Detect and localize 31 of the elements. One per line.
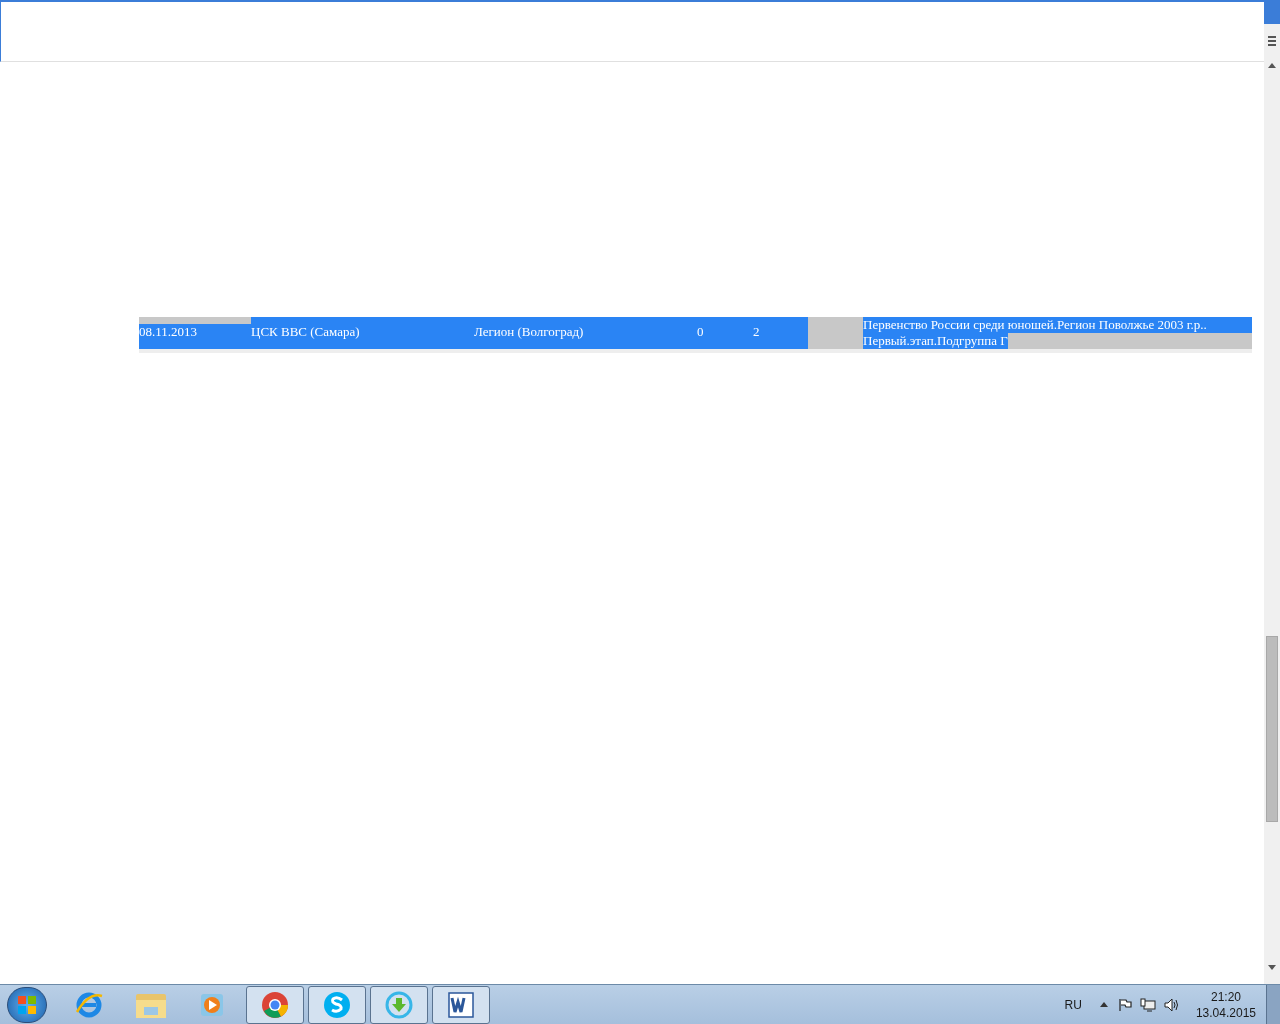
windows-logo-icon [17, 994, 37, 1015]
language-indicator[interactable]: RU [1064, 995, 1082, 1014]
scroll-up-icon[interactable] [1268, 63, 1276, 68]
menu-icon[interactable] [1268, 36, 1276, 46]
away-score-cell-text: 2 [753, 324, 761, 340]
clock-date: 13.04.2015 [1195, 1004, 1256, 1021]
away-team-cell-text: Легион (Волгоград) [474, 324, 585, 340]
scroll-thumb[interactable] [1266, 636, 1278, 822]
empty-cell [808, 317, 863, 349]
scroll-down-icon[interactable] [1268, 965, 1276, 970]
flag-icon[interactable] [1117, 997, 1132, 1012]
show-hidden-icons-icon[interactable] [1099, 1002, 1108, 1007]
taskbar-button[interactable] [246, 985, 304, 1024]
download-icon [384, 989, 414, 1020]
tournament-cell: Первенство России среди юношей.Регион Поволжье 2003 г.р.. [863, 317, 1207, 333]
home-score-cell-text: 0 [697, 324, 705, 340]
chrome-icon [260, 989, 290, 1020]
start-button[interactable] [7, 986, 47, 1023]
skype-icon [322, 989, 352, 1020]
taskbar-button[interactable] [370, 985, 428, 1024]
clock-time: 21:20 [1210, 988, 1241, 1005]
taskbar-button[interactable] [308, 985, 366, 1024]
scrollbar[interactable] [1264, 0, 1280, 984]
tournament-cell: Первый.этап.Подгруппа Г [863, 333, 1008, 349]
taskbar-button[interactable] [432, 985, 490, 1024]
speaker-icon[interactable] [1163, 997, 1180, 1012]
document-w-icon [446, 989, 476, 1020]
home-team-cell-text: ЦСК ВВС (Самара) [251, 324, 361, 340]
clock[interactable]: 21:20 13.04.2015 [1195, 988, 1256, 1021]
network-icon[interactable] [1139, 997, 1156, 1012]
date-cell-text: 08.11.2013 [139, 324, 199, 340]
